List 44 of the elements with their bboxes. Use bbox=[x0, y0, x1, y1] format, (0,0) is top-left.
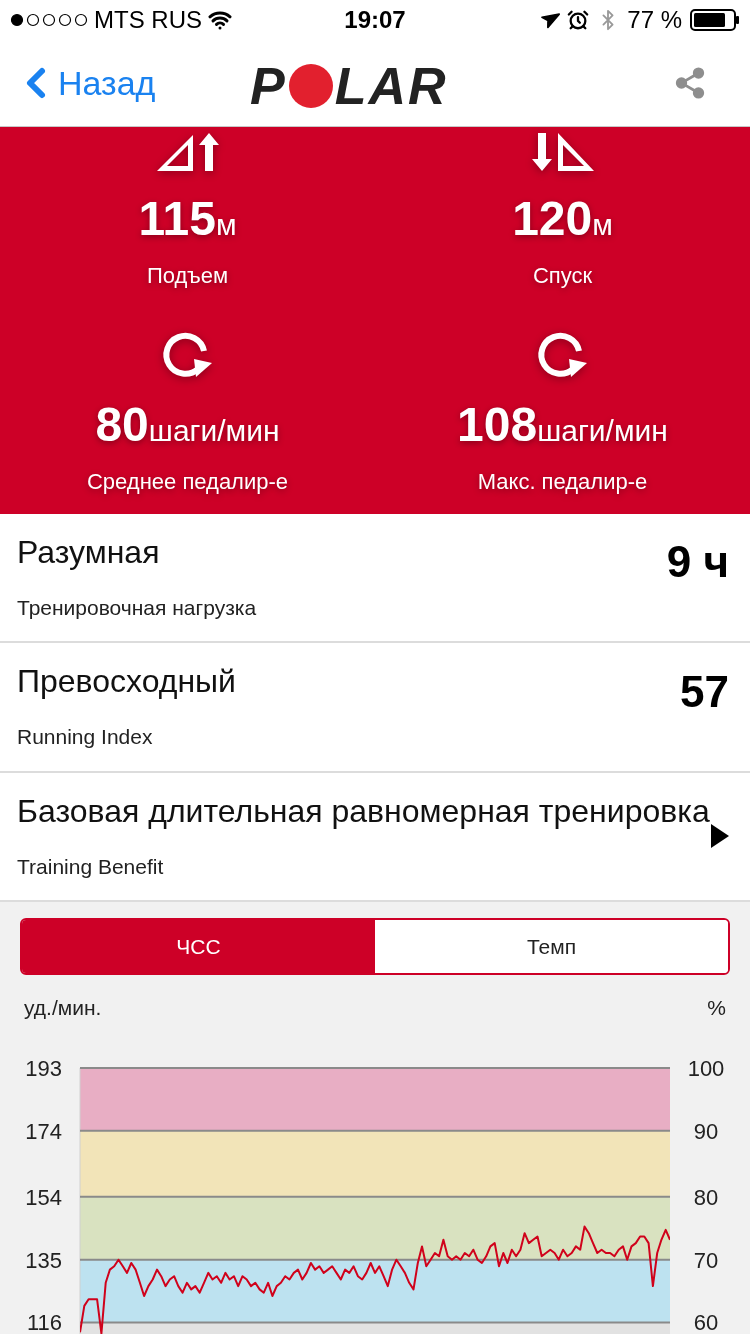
chart-tab[interactable]: ЧСС bbox=[22, 920, 375, 974]
stat-unit: шаги/мин bbox=[537, 415, 668, 446]
carrier-name: MTS RUS bbox=[94, 4, 202, 35]
stat-label: Спуск bbox=[532, 262, 593, 291]
signal-icon bbox=[10, 12, 88, 27]
row-subtitle: Running Index bbox=[17, 724, 154, 751]
stat-value: 120 bbox=[512, 195, 593, 244]
percent-axis-label: 70 bbox=[693, 1247, 719, 1273]
stat-unit: м bbox=[592, 210, 613, 241]
alarm-icon bbox=[567, 8, 590, 31]
percent-axis-label: 80 bbox=[693, 1184, 719, 1210]
row-subtitle: Training Benefit bbox=[17, 853, 165, 880]
y-axis-label: 174 bbox=[25, 1118, 62, 1144]
battery-percentage: 77 % bbox=[627, 4, 682, 35]
stat-label: Среднее педалир-е bbox=[86, 467, 289, 496]
y-axis-label: 154 bbox=[25, 1184, 62, 1210]
left-axis-unit: уд./мин. bbox=[24, 994, 102, 1021]
clock-time: 19:07 bbox=[344, 4, 406, 35]
stat-label: Подъем bbox=[147, 262, 228, 291]
play-arrow-icon[interactable] bbox=[711, 824, 729, 849]
stat-value: 115 bbox=[138, 195, 216, 244]
percent-axis-label: 100 bbox=[687, 1056, 725, 1082]
y-axis-label: 116 bbox=[26, 1310, 62, 1334]
percent-axis-label: 60 bbox=[693, 1310, 719, 1334]
row-value: 9 ч bbox=[666, 536, 729, 589]
share-icon bbox=[673, 66, 707, 101]
right-axis-unit: % bbox=[707, 994, 726, 1021]
battery-icon bbox=[690, 8, 740, 31]
polar-logo: P LAR bbox=[250, 59, 448, 112]
row-subtitle: Тренировочная нагрузка bbox=[17, 594, 258, 621]
row-value: 57 bbox=[680, 665, 729, 718]
row-title: Разумная bbox=[17, 532, 161, 572]
back-button[interactable]: Назад bbox=[0, 57, 156, 109]
row-title: Базовая длительная равномерная тренировка bbox=[17, 791, 711, 831]
stat-value: 80 bbox=[95, 400, 149, 449]
stat-unit: м bbox=[215, 210, 237, 241]
stat-label: Макс. педалир-е bbox=[477, 467, 648, 496]
percent-axis-label: 90 bbox=[693, 1118, 719, 1144]
y-axis-label: 135 bbox=[25, 1247, 62, 1273]
stat-unit: шаги/мин bbox=[148, 415, 280, 446]
y-axis-label: 193 bbox=[25, 1056, 62, 1082]
stat-value: 108 bbox=[457, 400, 538, 449]
row-title: Превосходный bbox=[17, 662, 237, 702]
chart-tab[interactable]: Темп bbox=[375, 920, 728, 974]
